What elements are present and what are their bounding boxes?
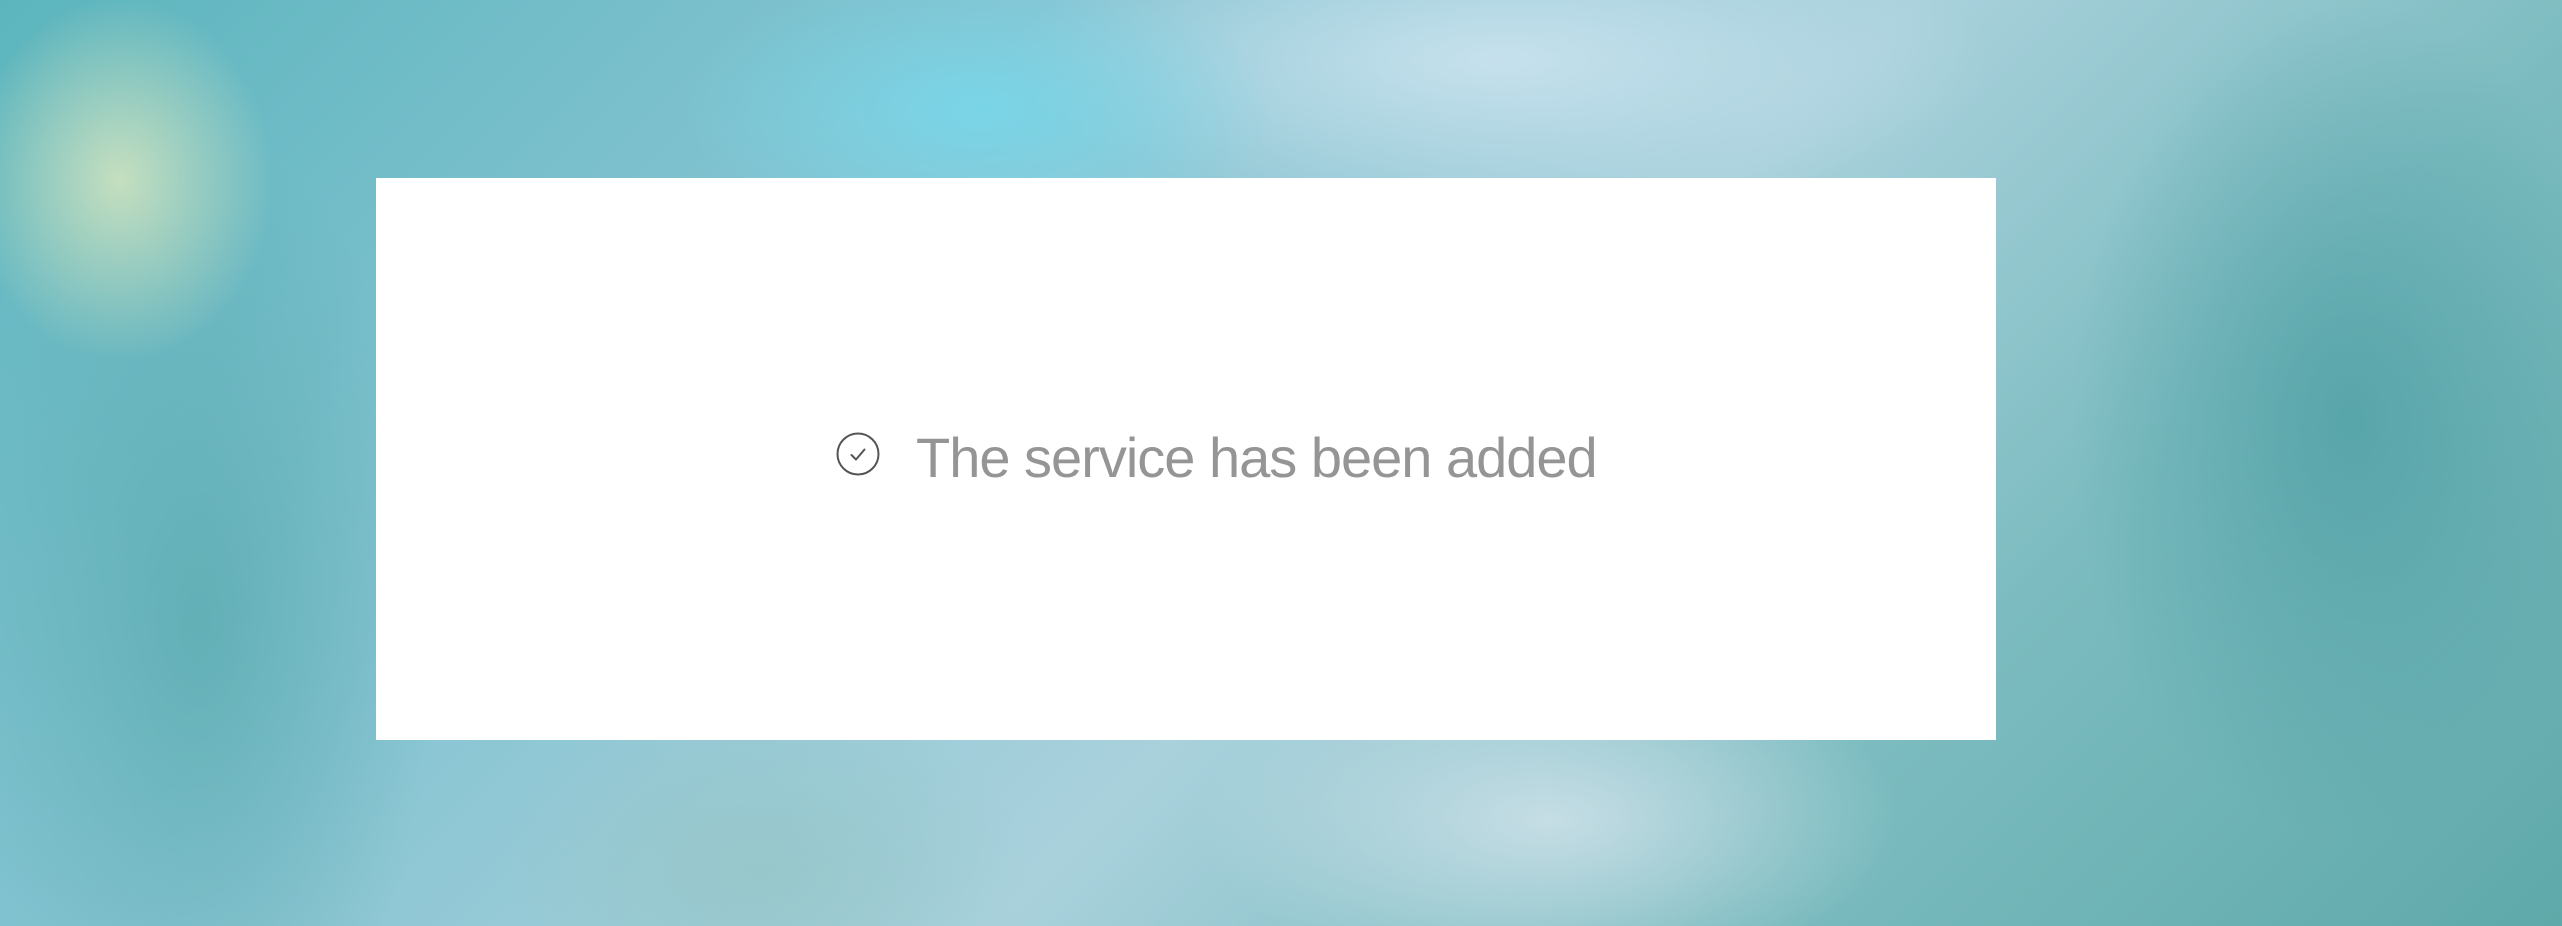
confirmation-dialog: The service has been added xyxy=(376,178,1996,740)
confirmation-message-row: The service has been added xyxy=(836,426,1598,489)
check-circle-icon xyxy=(836,432,916,476)
confirmation-message: The service has been added xyxy=(916,426,1598,489)
